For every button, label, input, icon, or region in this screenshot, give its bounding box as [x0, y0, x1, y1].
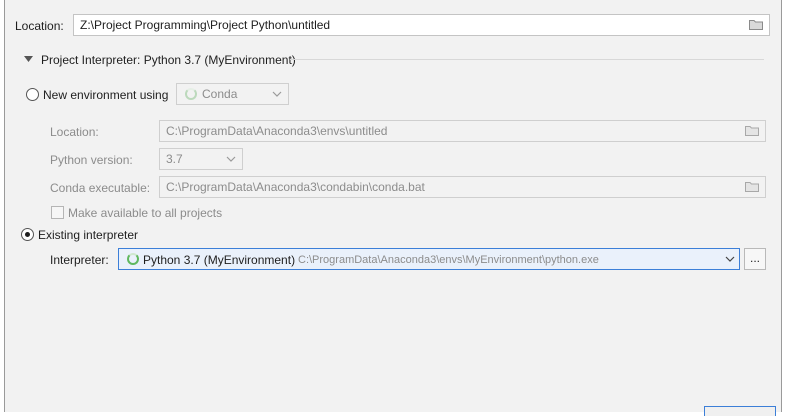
folder-icon[interactable]	[745, 125, 759, 136]
section-title[interactable]: Project Interpreter: Python 3.7 (MyEnvir…	[41, 53, 296, 67]
conda-spinner-icon	[127, 253, 139, 265]
new-environment-label[interactable]: New environment using	[43, 88, 168, 102]
env-location-label: Location:	[50, 125, 99, 139]
location-label: Location:	[15, 19, 64, 33]
interpreter-name: Python 3.7 (MyEnvironment)	[143, 253, 296, 267]
folder-icon[interactable]	[745, 181, 759, 192]
interpreter-select[interactable]: Python 3.7 (MyEnvironment) C:\ProgramDat…	[118, 248, 740, 270]
environment-tool-select[interactable]: Conda	[176, 83, 289, 105]
interpreter-path: C:\ProgramData\Anaconda3\envs\MyEnvironm…	[298, 254, 599, 266]
interpreter-label: Interpreter:	[50, 253, 109, 267]
existing-interpreter-radio[interactable]	[21, 228, 34, 241]
python-version-select[interactable]: 3.7	[159, 148, 243, 170]
conda-executable-field[interactable]: C:\ProgramData\Anaconda3\condabin\conda.…	[159, 176, 766, 198]
location-field[interactable]: Z:\Project Programming\Project Python\un…	[73, 14, 770, 36]
chevron-down-icon	[725, 256, 735, 262]
make-available-label: Make available to all projects	[68, 206, 223, 220]
create-button-partial[interactable]	[704, 406, 776, 416]
conda-spinner-icon	[185, 88, 197, 100]
triangle-down-icon[interactable]	[24, 56, 33, 63]
make-available-checkbox[interactable]	[51, 206, 64, 219]
env-location-value: C:\ProgramData\Anaconda3\envs\untitled	[166, 124, 388, 138]
conda-executable-value: C:\ProgramData\Anaconda3\condabin\conda.…	[166, 180, 425, 194]
section-divider	[290, 59, 764, 60]
folder-icon[interactable]	[749, 19, 763, 30]
existing-interpreter-label[interactable]: Existing interpreter	[38, 228, 138, 242]
browse-interpreter-button[interactable]: ...	[744, 248, 766, 270]
conda-executable-label: Conda executable:	[50, 181, 151, 195]
chevron-down-icon	[272, 91, 282, 97]
environment-tool-value: Conda	[202, 87, 238, 101]
location-value: Z:\Project Programming\Project Python\un…	[80, 18, 331, 32]
env-location-field[interactable]: C:\ProgramData\Anaconda3\envs\untitled	[159, 120, 766, 142]
python-version-label: Python version:	[50, 153, 133, 167]
python-version-value: 3.7	[166, 152, 183, 166]
chevron-down-icon	[226, 156, 236, 162]
new-environment-radio[interactable]	[26, 88, 39, 101]
